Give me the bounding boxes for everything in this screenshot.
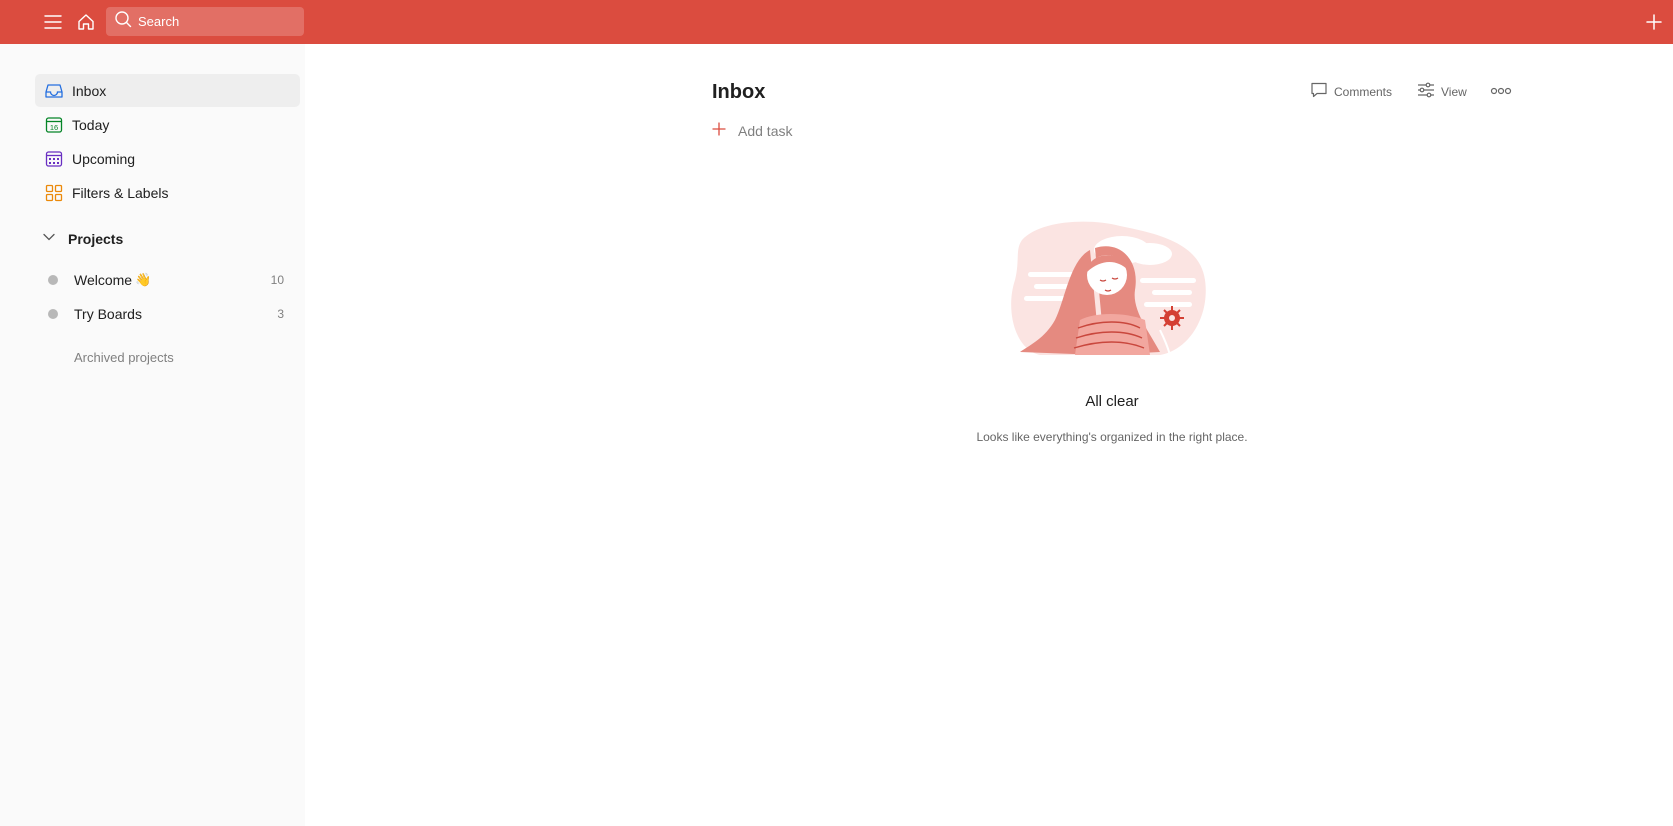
project-label: Try Boards <box>74 306 142 322</box>
more-horizontal-icon <box>1490 83 1512 101</box>
comment-icon <box>1310 81 1328 104</box>
projects-heading: Projects <box>68 231 124 247</box>
more-actions-button[interactable] <box>1490 82 1512 102</box>
search-icon <box>114 10 132 33</box>
project-item-try-boards[interactable]: Try Boards 3 <box>45 300 290 328</box>
home-icon[interactable] <box>73 9 99 35</box>
sidebar-item-label: Inbox <box>72 82 107 99</box>
page-title: Inbox <box>712 81 766 103</box>
all-clear-illustration <box>1011 221 1206 356</box>
sidebar-item-label: Upcoming <box>72 150 136 167</box>
search-input[interactable] <box>138 14 288 29</box>
search-bar[interactable] <box>106 7 304 36</box>
add-task-button[interactable]: Add task <box>712 120 792 142</box>
archived-projects-link[interactable]: Archived projects <box>74 350 174 365</box>
chevron-down-icon <box>42 230 56 249</box>
projects-section-toggle[interactable]: Projects <box>42 228 123 250</box>
project-task-count: 3 <box>277 307 284 321</box>
sidebar-item-label: Filters & Labels <box>72 184 169 201</box>
calendar-today-icon: 16 <box>45 116 63 134</box>
project-item-welcome[interactable]: Welcome 👋 10 <box>45 266 290 294</box>
menu-icon[interactable] <box>40 9 66 35</box>
sliders-icon <box>1417 81 1435 104</box>
view-button[interactable]: View <box>1417 82 1467 102</box>
comments-label: Comments <box>1334 85 1393 99</box>
sidebar-item-filters-labels[interactable]: Filters & Labels <box>35 176 300 209</box>
filters-grid-icon <box>45 184 63 202</box>
top-bar <box>0 0 1673 44</box>
project-color-dot <box>48 309 58 319</box>
empty-state-subtitle: Looks like everything's organized in the… <box>976 430 1248 444</box>
empty-state-title: All clear <box>1085 393 1139 410</box>
inbox-icon <box>45 82 63 100</box>
sidebar-item-today[interactable]: 16 Today <box>35 108 300 141</box>
project-color-dot <box>48 275 58 285</box>
view-label: View <box>1441 85 1467 99</box>
plus-icon <box>712 121 726 141</box>
add-task-label: Add task <box>738 123 793 139</box>
svg-text:16: 16 <box>50 123 58 132</box>
project-label: Welcome <box>74 272 133 288</box>
sidebar-item-upcoming[interactable]: Upcoming <box>35 142 300 175</box>
comments-button[interactable]: Comments <box>1310 82 1392 102</box>
project-task-count: 10 <box>270 273 284 287</box>
sidebar-item-inbox[interactable]: Inbox <box>35 74 300 107</box>
calendar-upcoming-icon <box>45 150 63 168</box>
sidebar-item-label: Today <box>72 116 110 133</box>
sidebar: Inbox 16 Today Upcoming Filters & Labels… <box>0 44 305 826</box>
wave-emoji: 👋 <box>135 272 152 287</box>
plus-icon[interactable] <box>1641 9 1667 35</box>
